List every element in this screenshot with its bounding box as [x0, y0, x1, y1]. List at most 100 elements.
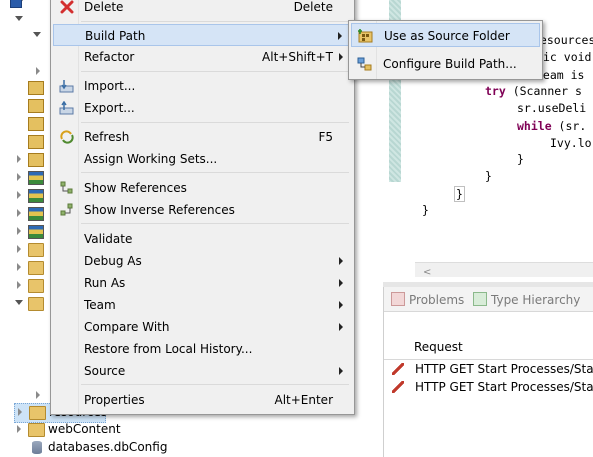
menu-item-properties[interactable]: Properties Alt+Enter — [53, 389, 352, 411]
menu-item-compare-with[interactable]: Compare With — [53, 316, 352, 338]
scroll-left-icon[interactable]: < — [423, 267, 431, 278]
collapse-arrow-icon[interactable] — [33, 32, 41, 37]
expand-arrow-icon[interactable] — [17, 173, 21, 181]
folder-icon — [28, 423, 45, 437]
menu-item-import[interactable]: Import... — [53, 75, 352, 97]
menu-item-debug-as[interactable]: Debug As — [53, 250, 352, 272]
export-icon — [59, 100, 75, 115]
table-row[interactable]: HTTP GET Start Processes/Starts... — [392, 380, 593, 398]
folder-icon — [28, 243, 44, 257]
folder-icon — [28, 279, 44, 293]
menu-separator — [81, 71, 349, 72]
collapse-arrow-icon[interactable] — [15, 16, 23, 21]
table-cell: HTTP GET Start Processes/Starts... — [415, 362, 593, 376]
import-icon — [59, 79, 75, 93]
expand-arrow-icon[interactable] — [17, 425, 21, 433]
library-icon — [28, 171, 44, 185]
source-folder-icon — [358, 28, 374, 44]
expand-arrow-icon[interactable] — [17, 191, 21, 199]
menu-item-configure-build-path[interactable]: Configure Build Path... — [351, 52, 540, 76]
type-hierarchy-icon — [473, 292, 487, 306]
build-path-submenu: Use as Source Folder Configure Build Pat… — [348, 20, 543, 80]
project-icon — [10, 0, 22, 8]
tree-item-label: webContent — [48, 422, 121, 436]
submenu-arrow-icon — [339, 53, 343, 61]
code-line: ream is — [536, 68, 585, 82]
submenu-arrow-icon — [339, 367, 343, 375]
package-icon — [28, 135, 44, 149]
folder-icon — [28, 297, 44, 311]
code-line: } — [517, 152, 524, 166]
menu-separator — [81, 122, 349, 123]
submenu-arrow-icon — [339, 279, 343, 287]
package-icon — [28, 153, 44, 167]
menu-item-assign-working-sets[interactable]: Assign Working Sets... — [53, 148, 352, 170]
expand-arrow-icon[interactable] — [36, 391, 40, 399]
expand-arrow-icon[interactable] — [17, 281, 21, 289]
menu-item-refactor[interactable]: Refactor Alt+Shift+T — [53, 46, 352, 68]
tree-item-label: databases.dbConfig — [48, 440, 168, 454]
collapse-arrow-icon[interactable] — [15, 300, 23, 305]
menu-separator — [81, 172, 349, 173]
bottom-panel: Problems Type Hierarchy Request HTTP GET… — [383, 287, 593, 457]
menu-item-team[interactable]: Team — [53, 294, 352, 316]
menu-item-show-references[interactable]: Show References — [53, 177, 352, 199]
problems-icon — [391, 292, 405, 306]
menu-separator — [81, 21, 349, 22]
package-icon — [28, 99, 44, 113]
menu-item-restore-from-local-history[interactable]: Restore from Local History... — [53, 338, 352, 360]
panel-tab-bar: Problems Type Hierarchy — [384, 287, 593, 312]
tab-problems[interactable]: Problems — [391, 292, 464, 307]
code-line: } — [485, 169, 492, 183]
expand-arrow-icon[interactable] — [17, 155, 21, 163]
references-icon — [59, 181, 75, 195]
expand-arrow-icon[interactable] — [17, 227, 21, 235]
submenu-arrow-icon — [339, 323, 343, 331]
menu-item-source[interactable]: Source — [53, 360, 352, 382]
menu-item-run-as[interactable]: Run As — [53, 272, 352, 294]
submenu-arrow-icon — [338, 32, 342, 40]
package-icon — [28, 117, 44, 131]
tab-type-hierarchy[interactable]: Type Hierarchy — [473, 292, 580, 307]
http-request-icon — [392, 381, 404, 393]
delete-icon — [59, 0, 75, 14]
divider — [384, 359, 593, 360]
build-path-icon — [357, 56, 373, 72]
folder-icon — [28, 261, 44, 275]
expand-arrow-icon[interactable] — [18, 408, 22, 416]
inverse-references-icon — [59, 203, 75, 217]
menu-separator — [81, 223, 349, 224]
code-line: while (sr. — [517, 119, 587, 133]
menu-item-build-path[interactable]: Build Path — [53, 24, 352, 46]
menu-item-use-as-source-folder[interactable]: Use as Source Folder — [351, 23, 540, 47]
menu-item-delete[interactable]: Delete Delete — [53, 0, 352, 18]
submenu-arrow-icon — [339, 257, 343, 265]
menu-item-validate[interactable]: Validate — [53, 228, 352, 250]
library-icon — [28, 225, 44, 239]
code-line: sr.useDeli — [517, 101, 587, 115]
expand-arrow-icon[interactable] — [17, 245, 21, 253]
menu-item-refresh[interactable]: Refresh F5 — [53, 126, 352, 148]
code-line: } — [454, 186, 465, 202]
menu-item-show-inverse-references[interactable]: Show Inverse References — [53, 199, 352, 221]
expand-arrow-icon[interactable] — [17, 209, 21, 217]
column-header-request[interactable]: Request — [414, 340, 463, 354]
menu-item-export[interactable]: Export... — [53, 97, 352, 119]
expand-arrow-icon[interactable] — [36, 67, 40, 75]
library-icon — [28, 189, 44, 203]
editor-horizontal-scrollbar[interactable]: < — [415, 262, 593, 278]
package-icon — [28, 81, 44, 95]
submenu-arrow-icon — [339, 301, 343, 309]
expand-arrow-icon[interactable] — [17, 263, 21, 271]
refresh-icon — [59, 130, 75, 144]
database-config-icon — [32, 441, 42, 454]
context-menu: Delete Delete Build Path Refactor Alt+Sh… — [50, 0, 355, 415]
code-line: } — [422, 203, 429, 217]
http-request-icon — [392, 363, 404, 375]
table-cell: HTTP GET Start Processes/Starts... — [415, 380, 593, 394]
library-icon — [28, 207, 44, 221]
code-line: ic void — [543, 50, 592, 64]
code-line: try (Scanner s — [485, 84, 582, 98]
folder-icon — [29, 406, 46, 420]
table-row[interactable]: HTTP GET Start Processes/Starts... — [392, 362, 593, 380]
